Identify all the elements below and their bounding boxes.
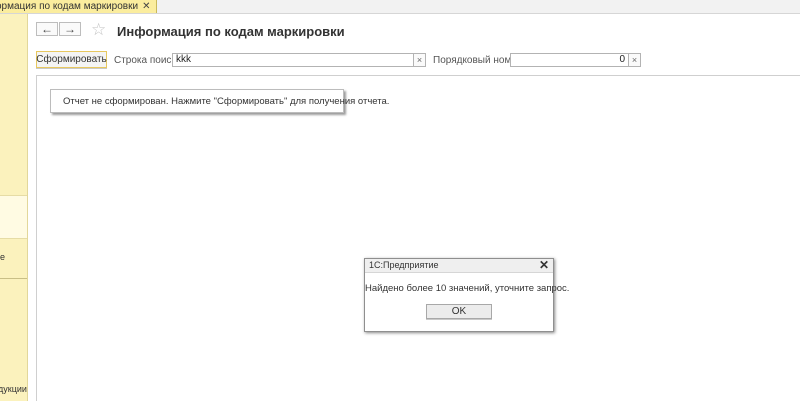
clear-search-button[interactable]: × [414, 53, 426, 67]
close-icon[interactable]: ✕ [539, 258, 549, 272]
back-button[interactable]: ← [36, 22, 58, 36]
generate-button[interactable]: Сформировать [36, 51, 107, 68]
tab-marking-codes-info[interactable]: ормация по кодам маркировки ✕ [0, 0, 158, 13]
forward-button[interactable]: → [59, 22, 81, 36]
ok-button[interactable]: OK [426, 304, 492, 319]
dialog-message: Найдено более 10 значений, уточните запр… [365, 283, 570, 294]
arrow-right-icon: → [64, 22, 76, 36]
report-not-generated-note: Отчет не сформирован. Нажмите "Сформиров… [50, 89, 389, 113]
left-panel-item-label[interactable]: е [0, 252, 5, 262]
left-panel: е дукции [0, 14, 28, 401]
serial-number-input[interactable]: 0 [510, 53, 629, 67]
report-area [36, 75, 800, 401]
dialog-header: 1С:Предприятие ✕ [365, 258, 553, 273]
clear-serial-button[interactable]: × [629, 53, 641, 67]
search-input[interactable]: kkk [172, 53, 414, 67]
left-panel-selected-item[interactable] [0, 195, 27, 239]
star-icon[interactable]: ☆ [91, 20, 106, 40]
page-title: Информация по кодам маркировки [117, 24, 345, 39]
tab-title: ормация по кодам маркировки [0, 1, 139, 12]
tab-bar: ормация по кодам маркировки ✕ [0, 0, 800, 14]
message-dialog: 1С:Предприятие ✕ Найдено более 10 значен… [364, 258, 570, 332]
arrow-left-icon: ← [41, 22, 53, 36]
left-panel-item-label[interactable]: дукции [0, 384, 27, 394]
left-panel-divider [0, 278, 27, 279]
dialog-title: 1С:Предприятие [369, 260, 439, 270]
close-icon[interactable]: ✕ [142, 1, 150, 12]
